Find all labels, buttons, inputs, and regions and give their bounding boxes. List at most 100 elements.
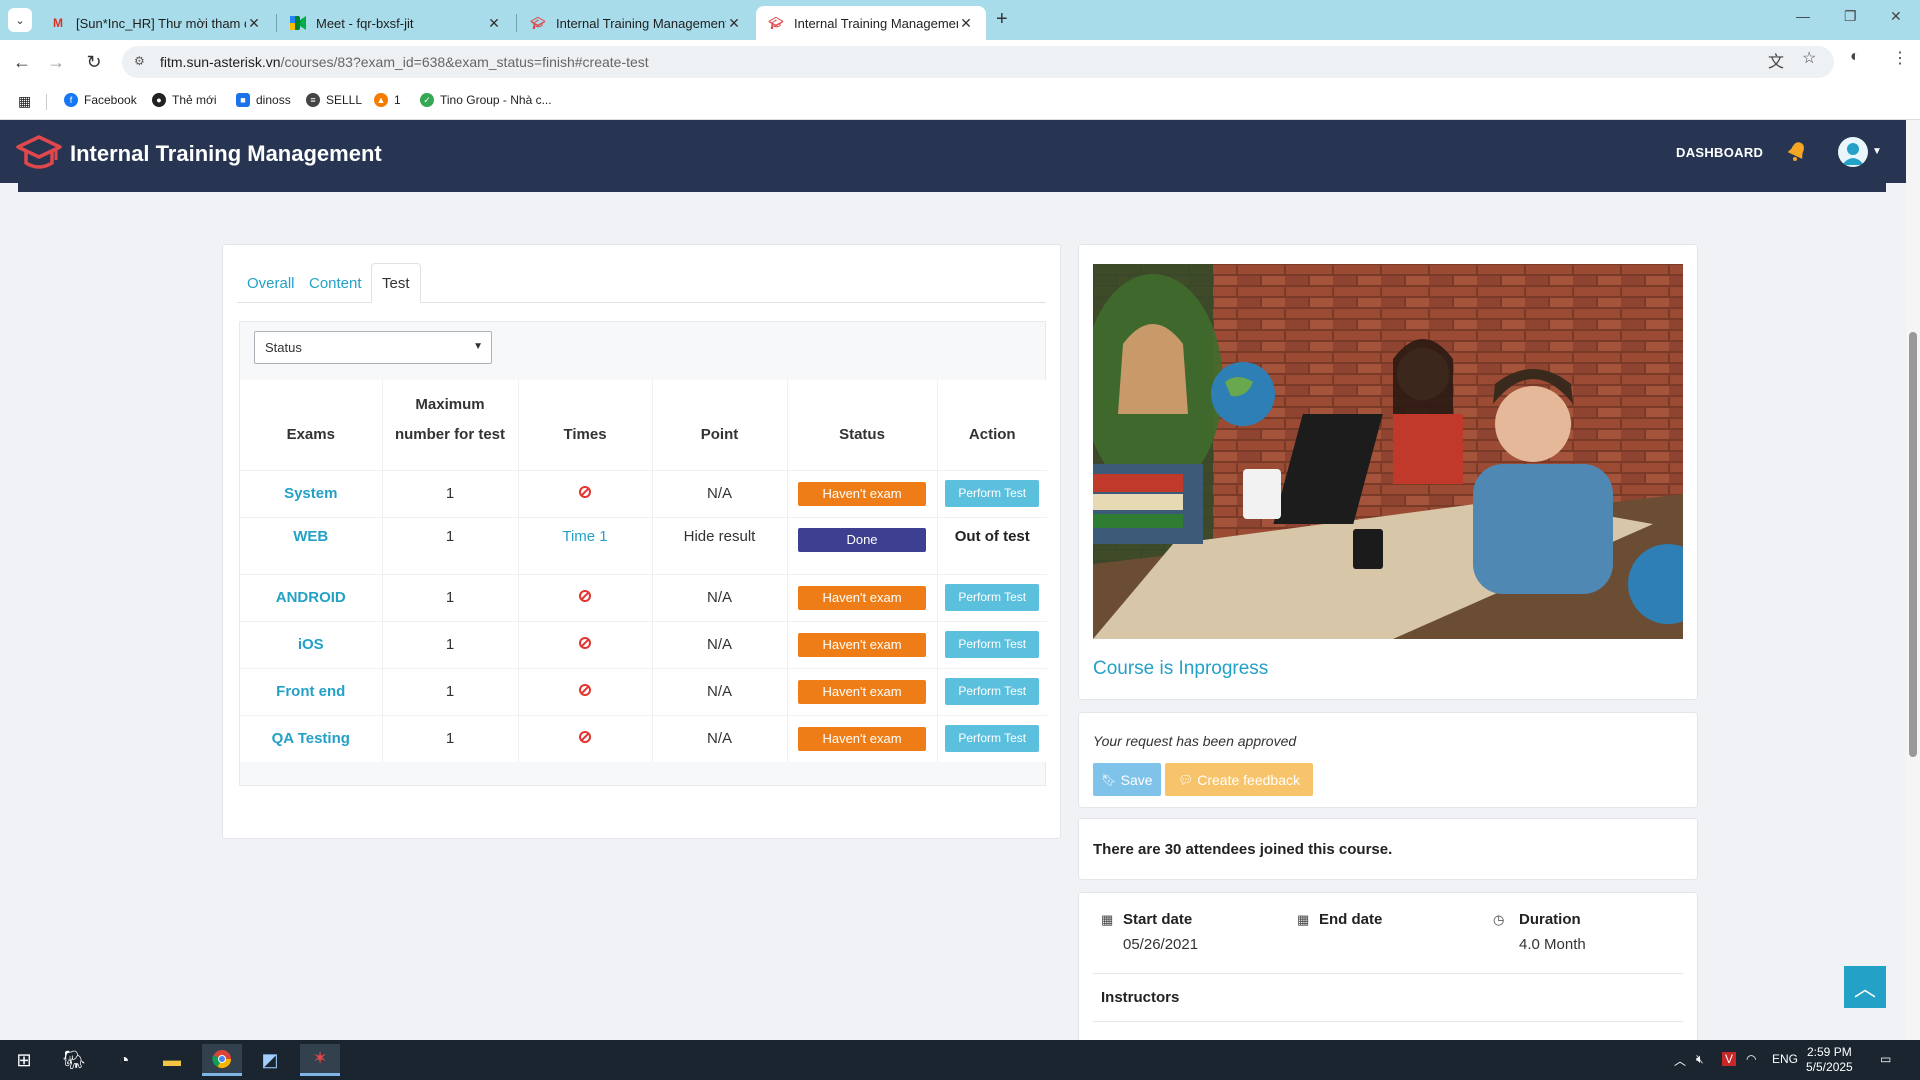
- status-badge: Haven't exam: [798, 585, 926, 610]
- wifi-icon[interactable]: ◠: [1746, 1052, 1756, 1066]
- tab-content[interactable]: Content: [299, 263, 372, 303]
- close-window-icon[interactable]: ✕: [1890, 8, 1902, 25]
- exam-link[interactable]: ANDROID: [276, 589, 346, 606]
- instructors-heading: Instructors: [1101, 989, 1180, 1006]
- apps-grid-icon[interactable]: ▦: [18, 93, 31, 110]
- notification-icon[interactable]: ▭: [1880, 1052, 1891, 1066]
- start-date-value: 05/26/2021: [1123, 936, 1199, 953]
- table-header-row: Exams Maximum number for test Times Point…: [240, 380, 1047, 470]
- database-app-icon[interactable]: 🐘︎: [54, 1044, 94, 1076]
- itm-icon: 🎓︎: [768, 16, 784, 30]
- new-tab-button[interactable]: +: [996, 8, 1008, 31]
- point-cell: N/A: [652, 469, 788, 517]
- dashboard-link[interactable]: DASHBOARD: [1676, 145, 1763, 160]
- user-avatar[interactable]: [1838, 137, 1868, 167]
- bookmark-facebook[interactable]: f Facebook: [64, 93, 137, 107]
- profile-icon[interactable]: ◐: [1850, 48, 1860, 66]
- table-row: ANDROID 1 N/A Haven't exam Perform Test: [240, 573, 1047, 621]
- start-date-label: Start date: [1123, 911, 1193, 928]
- browser-tab-meet[interactable]: Meet - fqr-bxsf-jit ✕: [278, 6, 514, 40]
- max-cell: 1: [382, 573, 519, 621]
- scrollbar-thumb[interactable]: [1909, 332, 1917, 757]
- status-badge: Haven't exam: [798, 481, 926, 506]
- more-menu-icon[interactable]: ⋮: [1892, 48, 1908, 68]
- point-cell: N/A: [652, 714, 788, 762]
- restore-icon[interactable]: ❐: [1844, 8, 1857, 25]
- reload-icon[interactable]: ↻: [82, 50, 106, 74]
- bookmark-star-icon[interactable]: ☆: [1802, 48, 1816, 68]
- table-row: QA Testing 1 N/A Haven't exam Perform Te…: [240, 714, 1047, 762]
- close-tab-icon[interactable]: ✕: [958, 15, 974, 32]
- browser-tab-itm-active[interactable]: 🎓︎ Internal Training Management ✕: [756, 6, 986, 40]
- save-button[interactable]: 🔖︎ Save: [1093, 763, 1161, 796]
- perform-test-button[interactable]: Perform Test: [945, 584, 1040, 611]
- close-tab-icon[interactable]: ✕: [486, 15, 502, 32]
- back-arrow-icon[interactable]: ←: [10, 50, 34, 74]
- editor-app-icon[interactable]: ◩: [250, 1044, 290, 1076]
- time-link[interactable]: Time 1: [562, 528, 607, 545]
- brand-title[interactable]: Internal Training Management: [70, 141, 382, 167]
- exam-link[interactable]: QA Testing: [272, 730, 350, 747]
- status-badge: Haven't exam: [798, 679, 926, 704]
- browser-tab-itm[interactable]: 🎓︎ Internal Training Management ✕: [518, 6, 754, 40]
- col-header-action: Action: [968, 425, 1016, 443]
- chevron-down-icon[interactable]: ▼: [1872, 146, 1882, 157]
- tab-search-button[interactable]: ⌄: [8, 8, 32, 32]
- ban-icon: [579, 637, 591, 649]
- xmind-app-icon[interactable]: ✶: [300, 1044, 340, 1076]
- vivaldi-tray-icon[interactable]: V: [1722, 1052, 1737, 1066]
- back-to-top-button[interactable]: ︿: [1844, 966, 1886, 1008]
- tray-chevron-up-icon[interactable]: ︿: [1674, 1052, 1686, 1069]
- language-indicator[interactable]: ENG: [1772, 1052, 1798, 1066]
- clock-app-icon[interactable]: ◔: [104, 1044, 144, 1076]
- windows-start-icon[interactable]: ⊞: [4, 1044, 44, 1076]
- exam-link[interactable]: Front end: [276, 683, 345, 700]
- attendees-card: There are 30 attendees joined this cours…: [1078, 818, 1698, 880]
- address-bar[interactable]: ⚙ fitm.sun-asterisk.vn/courses/83?exam_i…: [122, 46, 1834, 78]
- col-header-point: Point: [652, 380, 788, 470]
- bookmark-1[interactable]: ▲ 1: [374, 93, 401, 107]
- browser-tab-gmail[interactable]: M [Sun*Inc_HR] Thư mời tham dự ✕: [38, 6, 274, 40]
- tab-overall[interactable]: Overall: [237, 263, 305, 303]
- chrome-icon[interactable]: [202, 1044, 242, 1076]
- exam-link[interactable]: WEB: [293, 528, 328, 545]
- status-select-value: Status: [265, 340, 302, 355]
- table-row: WEB 1 Time 1 Hide result Done Out of tes…: [240, 516, 1047, 574]
- system-clock[interactable]: 2:59 PM 5/5/2025: [1806, 1045, 1853, 1075]
- perform-test-button[interactable]: Perform Test: [945, 480, 1040, 507]
- close-tab-icon[interactable]: ✕: [246, 15, 262, 32]
- exam-link[interactable]: System: [284, 485, 337, 502]
- close-tab-icon[interactable]: ✕: [726, 15, 742, 32]
- bookmark-the-moi[interactable]: ● Thẻ mới: [152, 93, 217, 107]
- page-scrollbar[interactable]: [1906, 120, 1920, 1040]
- translate-icon[interactable]: 文: [1768, 48, 1784, 72]
- duration-value: 4.0 Month: [1519, 936, 1586, 953]
- minimize-icon[interactable]: —: [1796, 8, 1810, 24]
- course-tabs: Overall Content Test: [237, 263, 1046, 303]
- tab-divider: [516, 14, 517, 32]
- attendees-text: There are 30 attendees joined this cours…: [1093, 841, 1393, 858]
- file-explorer-icon[interactable]: ▬: [152, 1044, 192, 1076]
- perform-test-button[interactable]: Perform Test: [945, 631, 1040, 658]
- bookmark-tino[interactable]: ✓ Tino Group - Nhà c...: [420, 93, 552, 107]
- create-feedback-button[interactable]: 💬︎ Create feedback: [1165, 763, 1313, 796]
- bookmark-dinoss[interactable]: ■ dinoss: [236, 93, 291, 107]
- graduation-cap-icon: [16, 135, 62, 169]
- bookmark-selll[interactable]: ≡ SELLL: [306, 93, 362, 107]
- speaker-muted-icon[interactable]: 🔇︎: [1696, 1052, 1704, 1067]
- browser-toolbar: ← → ↻ ⚙ fitm.sun-asterisk.vn/courses/83?…: [0, 40, 1920, 84]
- bell-icon[interactable]: [1786, 140, 1808, 162]
- course-image-card: Course is Inprogress: [1078, 244, 1698, 700]
- forward-arrow-icon[interactable]: →: [44, 50, 68, 74]
- tab-test[interactable]: Test: [371, 263, 421, 303]
- max-cell: 1: [382, 469, 519, 517]
- bookmark-icon: 🔖︎: [1101, 772, 1117, 787]
- exam-link[interactable]: iOS: [298, 636, 324, 653]
- duration-label: Duration: [1519, 911, 1581, 928]
- perform-test-button[interactable]: Perform Test: [945, 678, 1040, 705]
- exam-table: Exams Maximum number for test Times Point…: [240, 380, 1047, 762]
- perform-test-button[interactable]: Perform Test: [945, 725, 1040, 753]
- status-select[interactable]: Status ▼: [254, 331, 492, 364]
- calendar-icon: ▦: [1101, 912, 1114, 927]
- site-info-icon[interactable]: ⚙: [134, 54, 150, 70]
